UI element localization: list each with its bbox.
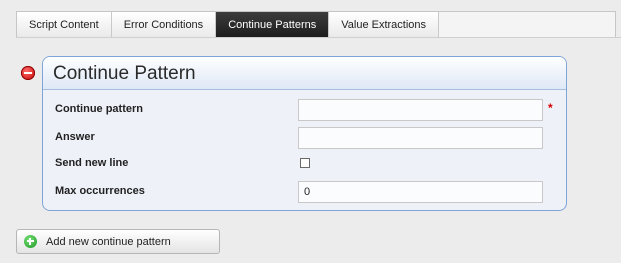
- answer-input[interactable]: [298, 127, 543, 149]
- continue-pattern-panel: Continue Pattern Continue pattern * Answ…: [42, 56, 567, 211]
- send-new-line-checkbox[interactable]: [300, 158, 310, 168]
- add-circle-icon: [24, 235, 37, 248]
- tab-error-conditions[interactable]: Error Conditions: [111, 12, 217, 38]
- row-send-new-line: Send new line: [43, 153, 566, 175]
- answer-label: Answer: [55, 131, 95, 143]
- tab-divider: [16, 37, 621, 38]
- tab-continue-patterns[interactable]: Continue Patterns: [216, 12, 330, 38]
- add-continue-pattern-button[interactable]: Add new continue pattern: [16, 229, 220, 254]
- tab-script-content[interactable]: Script Content: [17, 12, 112, 38]
- max-occurrences-label: Max occurrences: [55, 185, 145, 197]
- continue-pattern-input[interactable]: [298, 99, 543, 121]
- send-new-line-label: Send new line: [55, 157, 129, 169]
- remove-circle-icon[interactable]: [21, 66, 35, 80]
- panel-header: Continue Pattern: [43, 57, 566, 90]
- row-continue-pattern: Continue pattern *: [43, 99, 566, 121]
- max-occurrences-input[interactable]: [298, 181, 543, 203]
- tab-strip: Script Content Error Conditions Continue…: [16, 11, 616, 38]
- row-max-occurrences: Max occurrences: [43, 181, 566, 203]
- tab-value-extractions[interactable]: Value Extractions: [329, 12, 440, 38]
- row-answer: Answer: [43, 127, 566, 149]
- required-marker: *: [548, 101, 553, 115]
- add-button-label: Add new continue pattern: [46, 236, 171, 248]
- panel-title: Continue Pattern: [53, 63, 196, 84]
- continue-pattern-label: Continue pattern: [55, 103, 143, 115]
